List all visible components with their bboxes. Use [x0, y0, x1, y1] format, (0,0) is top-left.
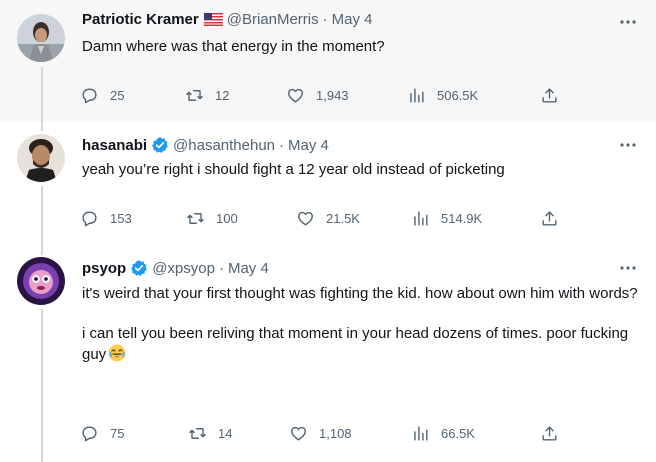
reply-icon	[82, 211, 97, 227]
like-button[interactable]: 1,943	[286, 86, 349, 105]
author-handle[interactable]: @BrianMerris	[227, 11, 319, 28]
more-options-icon[interactable]	[619, 13, 637, 31]
retweet-count: 12	[215, 88, 230, 103]
like-button[interactable]: 1,108	[289, 424, 352, 443]
retweet-count: 100	[216, 211, 238, 226]
views-chart-icon	[414, 211, 428, 226]
tweet-date[interactable]: May 4	[288, 137, 329, 154]
retweet-button[interactable]: 14	[188, 424, 232, 443]
tweet-header: Patriotic Kramer @BrianMerris · May 4	[82, 11, 372, 28]
retweet-button[interactable]: 12	[185, 86, 229, 105]
separator-dot: ·	[279, 136, 285, 154]
reply-button[interactable]: 25	[80, 86, 124, 105]
reply-count: 25	[110, 88, 125, 103]
author-name[interactable]: Patriotic Kramer	[82, 11, 199, 28]
avatar[interactable]	[17, 257, 65, 305]
reply-icon	[82, 426, 97, 442]
views-count: 514.9K	[441, 211, 483, 226]
tweet-2[interactable]: hasanabi @hasanthehun · May 4 yeah you’r…	[0, 122, 656, 241]
tweet-paragraph: i can tell you been reliving that moment…	[82, 324, 642, 365]
share-icon	[542, 211, 557, 226]
tweet-text: Damn where was that energy in the moment…	[82, 38, 385, 55]
like-count: 1,108	[319, 426, 352, 441]
reply-button[interactable]: 153	[80, 209, 132, 228]
heart-icon	[298, 211, 313, 226]
author-name[interactable]: hasanabi	[82, 137, 147, 154]
retweet-icon	[189, 428, 206, 439]
avatar[interactable]	[17, 14, 65, 62]
share-icon	[542, 426, 557, 441]
like-count: 1,943	[316, 88, 349, 103]
share-icon	[542, 88, 557, 103]
reply-button[interactable]: 75	[80, 424, 124, 443]
share-button[interactable]	[540, 424, 559, 443]
views-button[interactable]: 506.5K	[407, 86, 478, 105]
separator-dot: ·	[322, 11, 328, 28]
tweet-paragraph-text: i can tell you been reliving that moment…	[82, 325, 629, 363]
tweet-text: it's weird that your first thought was f…	[82, 284, 642, 365]
views-button[interactable]: 514.9K	[411, 209, 482, 228]
share-button[interactable]	[540, 209, 559, 228]
tweet-3[interactable]: psyop @xpsyop · May 4 it's weird that yo…	[0, 241, 656, 462]
tweet-paragraph: it's weird that your first thought was f…	[82, 285, 638, 302]
views-count: 506.5K	[437, 88, 479, 103]
retweet-icon	[186, 90, 203, 101]
retweet-count: 14	[218, 426, 233, 441]
heart-icon	[291, 426, 306, 441]
tweet-text: yeah you’re right i should fight a 12 ye…	[82, 161, 505, 178]
views-chart-icon	[410, 88, 424, 103]
thread-line	[41, 67, 43, 122]
reply-count: 153	[110, 211, 132, 226]
separator-dot: ·	[218, 259, 224, 277]
verified-badge-icon	[151, 136, 169, 154]
retweet-icon	[187, 213, 204, 224]
tweet-header: psyop @xpsyop · May 4	[82, 259, 269, 277]
retweet-button[interactable]: 100	[186, 209, 238, 228]
more-options-icon[interactable]	[619, 136, 637, 154]
author-handle[interactable]: @xpsyop	[152, 260, 215, 277]
like-count: 21.5K	[326, 211, 360, 226]
tweet-date[interactable]: May 4	[228, 260, 269, 277]
like-button[interactable]: 21.5K	[296, 209, 360, 228]
views-chart-icon	[414, 426, 428, 441]
verified-badge-icon	[130, 259, 148, 277]
thread-line	[41, 241, 43, 255]
tweet-header: hasanabi @hasanthehun · May 4	[82, 136, 329, 154]
avatar[interactable]	[17, 134, 65, 182]
thread-line	[41, 186, 43, 241]
thread-line	[41, 309, 43, 462]
views-count: 66.5K	[441, 426, 475, 441]
author-name[interactable]: psyop	[82, 260, 126, 277]
more-options-icon[interactable]	[619, 259, 637, 277]
us-flag-icon	[203, 13, 223, 26]
share-button[interactable]	[540, 86, 559, 105]
reply-icon	[82, 88, 97, 104]
thread-line	[41, 122, 43, 131]
tweet-1[interactable]: Patriotic Kramer @BrianMerris · May 4 Da…	[0, 0, 656, 122]
reply-count: 75	[110, 426, 125, 441]
laughing-emoji-icon	[108, 344, 126, 362]
views-button[interactable]: 66.5K	[411, 424, 475, 443]
heart-icon	[288, 88, 303, 103]
author-handle[interactable]: @hasanthehun	[173, 137, 275, 154]
tweet-date[interactable]: May 4	[332, 11, 373, 28]
